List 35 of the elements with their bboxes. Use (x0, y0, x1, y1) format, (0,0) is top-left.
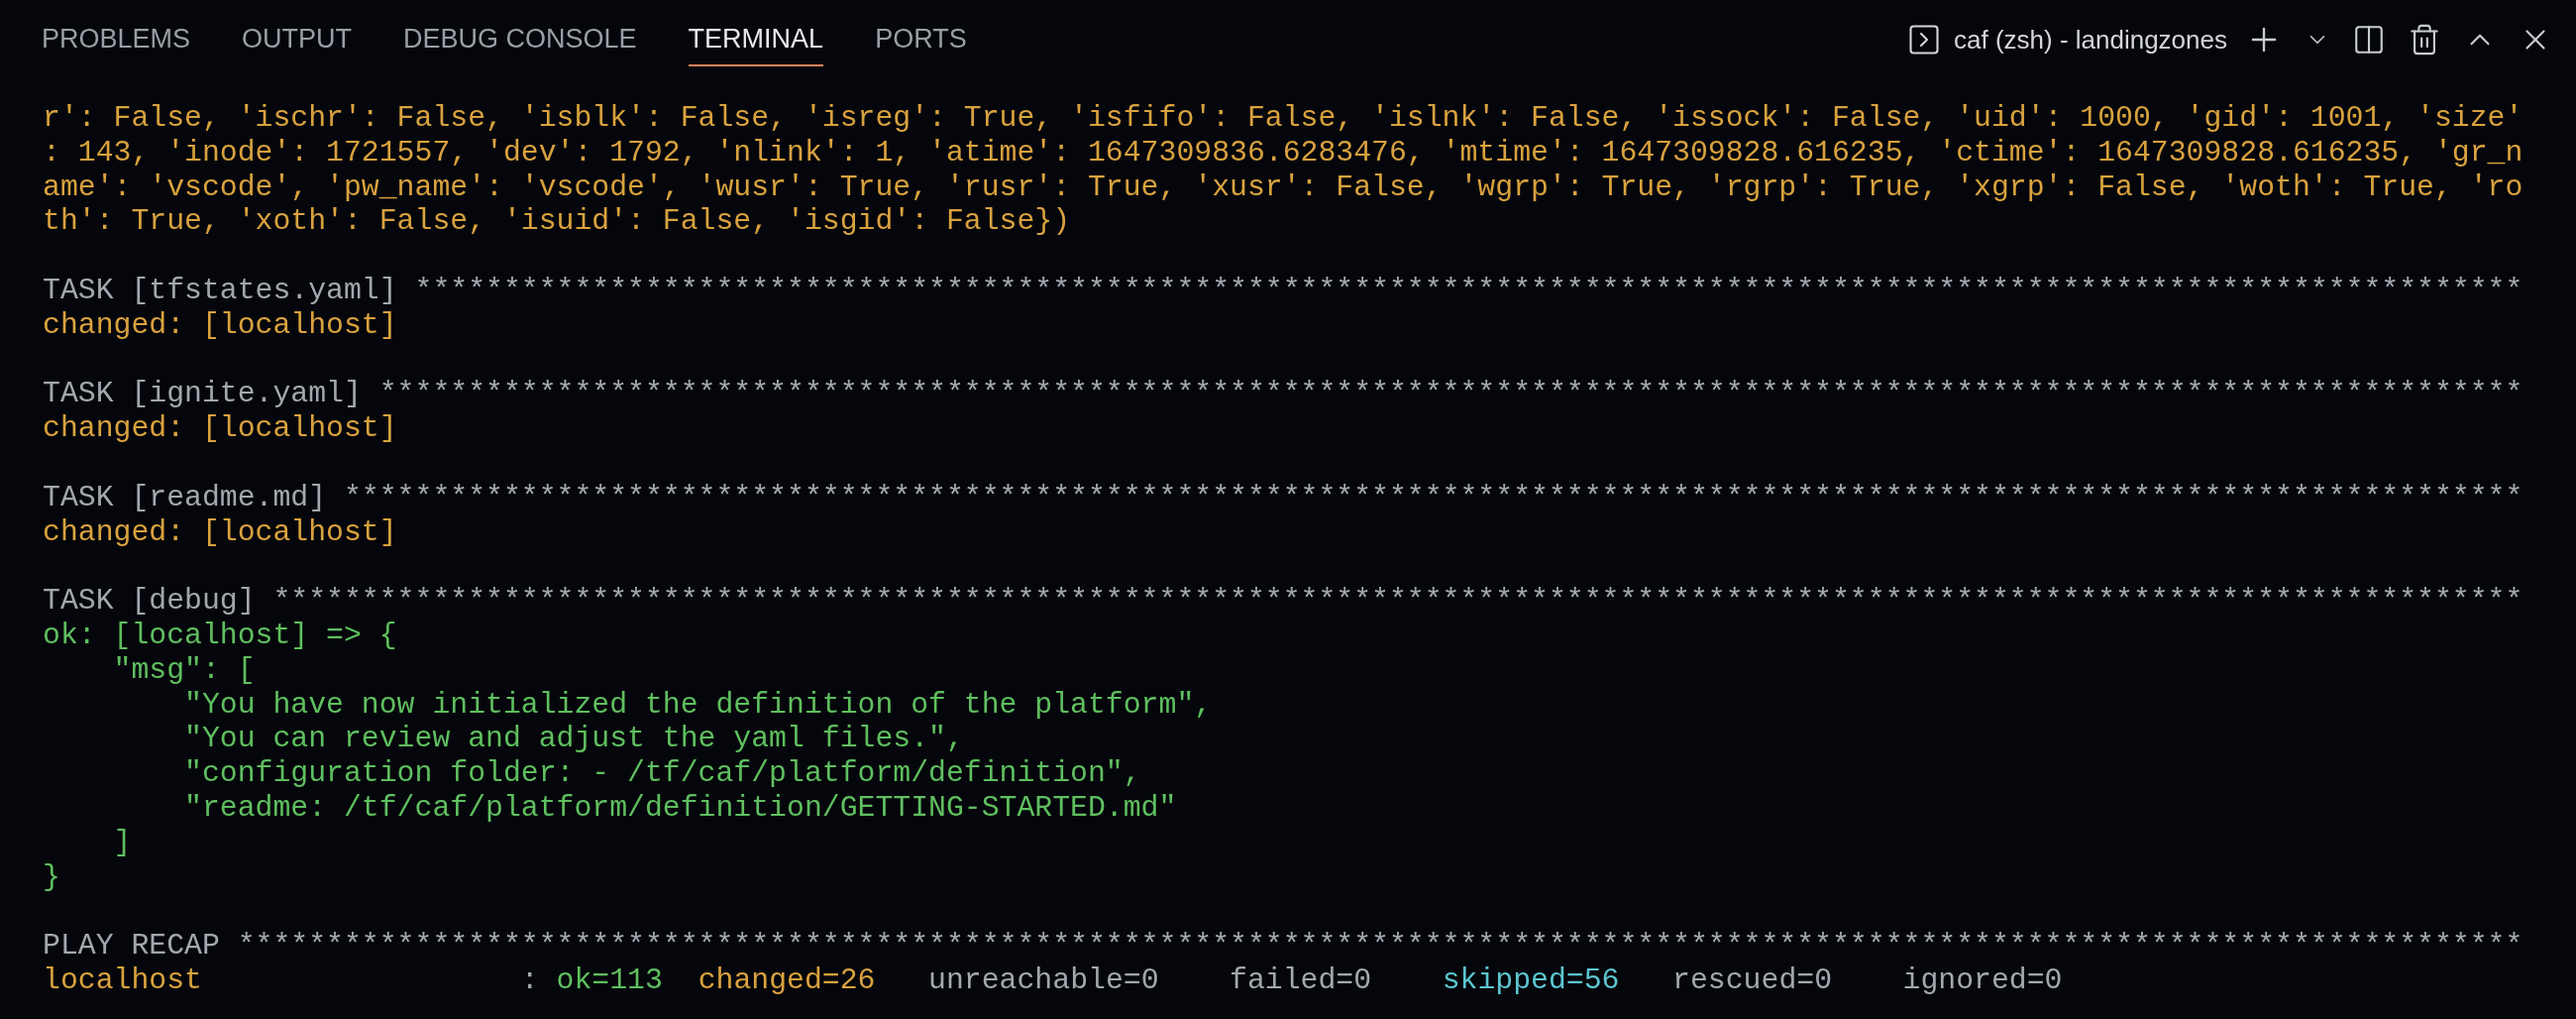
panel-tab[interactable]: OUTPUT (242, 12, 353, 67)
terminal-text: unreachable=0 failed=0 (927, 962, 1373, 998)
terminal-text: : (519, 962, 540, 998)
terminal-text: changed=26 (698, 962, 876, 998)
terminal-line: "You have now initialized the definition of the platform", (183, 687, 1213, 723)
terminal-text: skipped=56 (1442, 962, 1620, 998)
trash-icon (2408, 23, 2441, 57)
terminal-line: ok: [localhost] => { (43, 618, 397, 653)
terminal-line: "readme: /tf/caf/platform/definition/GETTING-STARTED.md" (183, 790, 1177, 826)
terminal-text: rescued=0 ignored=0 (1671, 962, 2063, 998)
terminal-text: ok=113 (556, 962, 664, 998)
terminal-selector[interactable]: caf (zsh) - landingzones (1905, 20, 2227, 59)
terminal-line: th': True, 'xoth': False, 'isuid': False, 'isgid': False}) (43, 204, 1071, 240)
terminal-line: TASK [debug] ******************************************************************************************************************************* (43, 584, 2523, 619)
terminal-line: "You can review and adjust the yaml files.", (183, 722, 964, 757)
panel-tab[interactable]: PROBLEMS (42, 12, 191, 67)
terminal-line: r': False, 'ischr': False, 'isblk': False, 'isreg': True, 'isfifo': False, 'islnk': False, 'issock': False, 'uid': 1000, 'gid': 1001, 'size' (43, 101, 2523, 136)
terminal-line: TASK [tfstates.yaml] *********************************************************************************************************************** (43, 274, 2523, 308)
terminal-line: ] (112, 825, 132, 860)
terminal-line: "msg": [ (112, 652, 256, 688)
terminal-line: TASK [ignite.yaml] ************************************************************************************************************************* (43, 377, 2523, 412)
terminal-line: changed: [localhost] (43, 411, 397, 446)
terminal-line: } (43, 859, 60, 895)
split-icon (2352, 23, 2386, 57)
panel-tab[interactable]: TERMINAL (688, 12, 824, 67)
terminal-line: : 143, 'inode': 1721557, 'dev': 1792, 'nlink': 1, 'atime': 1647309836.6283476, 'mtime': 1647309828.616235, 'ctime': 1647309828.616235, 'gr_n (43, 135, 2523, 170)
terminal-text: localhost (43, 962, 202, 998)
terminal-line: "configuration folder: - /tf/caf/platform/definition", (183, 756, 1141, 791)
panel-tab[interactable]: DEBUG CONSOLE (403, 12, 637, 67)
panel-tab[interactable]: PORTS (875, 12, 967, 67)
terminal-line: changed: [localhost] (43, 514, 397, 550)
terminal-line: changed: [localhost] (43, 307, 397, 343)
terminal-line: PLAY RECAP ********************************************************************************************************************************* (43, 929, 2523, 963)
terminal-line: TASK [readme.md] *************************************************************************************************************************** (43, 480, 2523, 515)
terminal-line: ame': 'vscode', 'pw_name': 'vscode', 'wusr': True, 'rusr': True, 'xusr': False, 'wgrp': True, 'rgrp': True, 'xgrp': False, 'woth': True, 'ro (43, 170, 2523, 205)
